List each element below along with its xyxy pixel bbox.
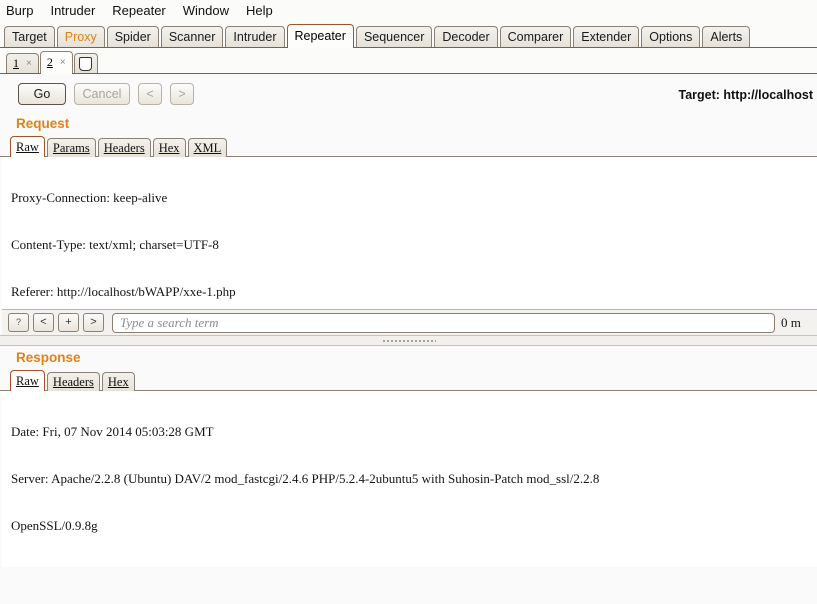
tab-spider[interactable]: Spider bbox=[106, 26, 159, 47]
request-tab-params[interactable]: Params bbox=[46, 138, 96, 157]
repeater-tab-bar: 1 × 2 × bbox=[0, 48, 817, 74]
request-tab-hex[interactable]: Hex bbox=[152, 138, 186, 157]
tab-extender[interactable]: Extender bbox=[573, 26, 640, 47]
search-add-button[interactable]: + bbox=[58, 313, 79, 332]
tab-sequencer[interactable]: Sequencer bbox=[355, 26, 433, 47]
menu-item-burp[interactable]: Burp bbox=[6, 0, 42, 21]
response-section-title: Response bbox=[16, 350, 81, 365]
repeater-toolbar: Go Cancel < > Target: http://localhost bbox=[0, 74, 817, 112]
response-line: X-Powered-By: PHP/5.2.4-2ubuntu5 bbox=[11, 565, 817, 567]
splitter-grip-icon bbox=[381, 339, 436, 343]
repeater-tab-1-label: 1 bbox=[13, 56, 19, 70]
tab-intruder[interactable]: Intruder bbox=[225, 26, 285, 47]
menu-item-repeater[interactable]: Repeater bbox=[112, 0, 174, 21]
search-input[interactable]: Type a search term bbox=[112, 312, 775, 333]
tab-decoder[interactable]: Decoder bbox=[434, 26, 498, 47]
tab-alerts[interactable]: Alerts bbox=[702, 26, 751, 47]
menu-item-help[interactable]: Help bbox=[246, 0, 282, 21]
request-line: Proxy-Connection: keep-alive bbox=[11, 190, 168, 206]
request-search-bar: ? < + > Type a search term 0 m bbox=[0, 309, 817, 335]
repeater-panel: Go Cancel < > Target: http://localhost R… bbox=[0, 74, 817, 567]
new-repeater-tab-button[interactable] bbox=[73, 53, 98, 73]
tab-options[interactable]: Options bbox=[641, 26, 701, 47]
response-tab-raw[interactable]: Raw bbox=[10, 370, 45, 392]
request-line: Content-Type: text/xml; charset=UTF-8 bbox=[11, 236, 219, 252]
request-tab-xml[interactable]: XML bbox=[187, 138, 228, 157]
response-tab-hex[interactable]: Hex bbox=[101, 372, 135, 391]
next-request-button: > bbox=[170, 83, 194, 105]
response-editor[interactable]: Date: Fri, 07 Nov 2014 05:03:28 GMT Serv… bbox=[0, 391, 817, 567]
search-help-button[interactable]: ? bbox=[8, 313, 29, 332]
search-previous-button[interactable]: < bbox=[33, 313, 54, 332]
new-tab-icon bbox=[79, 56, 93, 71]
repeater-tab-2-label: 2 bbox=[46, 55, 53, 69]
menu-item-intruder[interactable]: Intruder bbox=[50, 0, 104, 21]
request-editor[interactable]: Proxy-Connection: keep-alive Content-Typ… bbox=[0, 157, 817, 309]
tab-target[interactable]: Target bbox=[4, 26, 55, 47]
search-next-button[interactable]: > bbox=[83, 313, 104, 332]
close-icon[interactable]: × bbox=[26, 58, 32, 69]
tab-comparer[interactable]: Comparer bbox=[499, 26, 572, 47]
request-tab-headers[interactable]: Headers bbox=[97, 138, 151, 157]
tab-scanner[interactable]: Scanner bbox=[160, 26, 224, 47]
response-tab-headers[interactable]: Headers bbox=[46, 372, 100, 391]
repeater-tab-2[interactable]: 2 × bbox=[39, 51, 73, 74]
response-tab-bar: Raw Headers Hex bbox=[0, 369, 817, 392]
tab-proxy[interactable]: Proxy bbox=[56, 26, 105, 47]
target-label: Target: http://localhost bbox=[678, 88, 814, 102]
request-response-splitter[interactable] bbox=[0, 335, 817, 346]
previous-request-button: < bbox=[138, 83, 162, 105]
search-match-count: 0 m bbox=[781, 314, 801, 330]
close-icon[interactable]: × bbox=[60, 57, 66, 68]
response-line: OpenSSL/0.9.8g bbox=[11, 517, 98, 533]
request-line: Referer: http://localhost/bWAPP/xxe-1.ph… bbox=[11, 283, 236, 299]
cancel-button: Cancel bbox=[74, 83, 130, 105]
go-button[interactable]: Go bbox=[18, 83, 66, 105]
menu-item-window[interactable]: Window bbox=[183, 0, 238, 21]
menu-bar: Burp Intruder Repeater Window Help bbox=[0, 0, 817, 21]
request-tab-raw[interactable]: Raw bbox=[10, 136, 45, 158]
repeater-tab-1[interactable]: 1 × bbox=[6, 53, 39, 73]
request-section-title: Request bbox=[16, 116, 70, 131]
main-tab-bar: Target Proxy Spider Scanner Intruder Rep… bbox=[0, 21, 817, 48]
response-line: Date: Fri, 07 Nov 2014 05:03:28 GMT bbox=[11, 424, 214, 440]
response-line: Server: Apache/2.2.8 (Ubuntu) DAV/2 mod_… bbox=[11, 470, 600, 486]
tab-repeater[interactable]: Repeater bbox=[286, 24, 354, 48]
request-tab-bar: Raw Params Headers Hex XML bbox=[0, 135, 817, 158]
